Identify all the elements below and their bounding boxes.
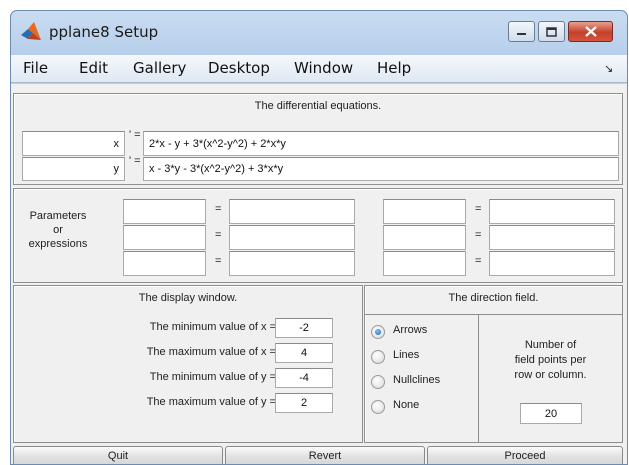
max-y-field[interactable]: 2 xyxy=(275,393,333,413)
direction-field-panel: The direction field. Arrows Lines Nullcl… xyxy=(364,285,623,443)
param-equals: = xyxy=(215,255,222,267)
param-value-field[interactable] xyxy=(229,199,355,224)
y-prime-expression-field[interactable]: x - 3*y - 3*(x^2-y^2) + 3*x*y xyxy=(143,157,619,181)
x-prime-expression-field[interactable]: 2*x - y + 3*(x^2-y^2) + 2*x*y xyxy=(143,131,619,156)
param-value-field[interactable] xyxy=(489,225,615,250)
radio-nullclines[interactable]: Nullclines xyxy=(371,372,471,392)
menu-desktop[interactable]: Desktop xyxy=(208,59,270,77)
display-window-panel: The display window. The minimum value of… xyxy=(13,285,363,443)
revert-button[interactable]: Revert xyxy=(225,446,425,464)
proceed-button[interactable]: Proceed xyxy=(427,446,623,464)
close-button[interactable] xyxy=(568,21,613,42)
min-y-label: The minimum value of y = xyxy=(149,371,276,383)
param-name-field[interactable] xyxy=(123,225,206,250)
param-equals: = xyxy=(475,203,482,215)
menu-bar: File Edit Gallery Desktop Window Help ↘ xyxy=(11,55,627,83)
equations-panel: The differential equations. x ' = 2*x - … xyxy=(13,93,623,185)
param-name-field[interactable] xyxy=(383,199,466,224)
equations-heading: The differential equations. xyxy=(254,100,382,112)
param-name-field[interactable] xyxy=(123,199,206,224)
radio-selected-icon xyxy=(371,325,385,339)
param-value-field[interactable] xyxy=(229,251,355,276)
setup-content: The differential equations. x ' = 2*x - … xyxy=(11,84,627,464)
param-name-field[interactable] xyxy=(383,225,466,250)
param-equals: = xyxy=(475,229,482,241)
variable-x-field[interactable]: x xyxy=(22,131,125,156)
menu-edit[interactable]: Edit xyxy=(79,59,108,77)
param-value-field[interactable] xyxy=(489,199,615,224)
max-y-label: The maximum value of y = xyxy=(146,396,276,408)
minimize-icon xyxy=(517,32,526,35)
max-x-label: The maximum value of x = xyxy=(146,346,276,358)
quit-button[interactable]: Quit xyxy=(13,446,223,464)
radio-none[interactable]: None xyxy=(371,397,471,417)
prime-equals-x: ' = xyxy=(129,129,141,141)
app-window: pplane8 Setup File Edit Gallery Desktop … xyxy=(10,10,628,465)
min-x-field[interactable]: -2 xyxy=(275,318,333,338)
param-equals: = xyxy=(215,203,222,215)
max-x-field[interactable]: 4 xyxy=(275,343,333,363)
menu-file[interactable]: File xyxy=(23,59,48,77)
radio-unselected-icon xyxy=(371,375,385,389)
maximize-button[interactable] xyxy=(538,21,565,42)
divider xyxy=(365,314,622,315)
param-name-field[interactable] xyxy=(383,251,466,276)
param-equals: = xyxy=(215,229,222,241)
field-points-field[interactable]: 20 xyxy=(520,403,582,424)
param-equals: = xyxy=(475,255,482,267)
direction-field-heading: The direction field. xyxy=(448,292,539,304)
window-title: pplane8 Setup xyxy=(49,23,159,41)
min-y-field[interactable]: -4 xyxy=(275,368,333,388)
maximize-icon xyxy=(546,26,557,37)
dock-arrow-icon[interactable]: ↘ xyxy=(604,62,613,75)
close-icon xyxy=(584,26,597,37)
radio-unselected-icon xyxy=(371,350,385,364)
prime-equals-y: ' = xyxy=(129,155,141,167)
min-x-label: The minimum value of x = xyxy=(149,321,276,333)
minimize-button[interactable] xyxy=(508,21,535,42)
radio-lines[interactable]: Lines xyxy=(371,347,471,367)
param-value-field[interactable] xyxy=(489,251,615,276)
radio-arrows[interactable]: Arrows xyxy=(371,322,471,342)
matlab-logo-icon xyxy=(21,22,41,40)
menu-help[interactable]: Help xyxy=(377,59,411,77)
field-points-label: Number of field points per row or column… xyxy=(514,339,587,381)
parameters-panel: Parameters or expressions = = = = = = xyxy=(13,188,623,283)
title-bar[interactable]: pplane8 Setup xyxy=(11,11,627,55)
menu-window[interactable]: Window xyxy=(294,59,353,77)
menu-gallery[interactable]: Gallery xyxy=(133,59,186,77)
param-name-field[interactable] xyxy=(123,251,206,276)
param-value-field[interactable] xyxy=(229,225,355,250)
display-window-heading: The display window. xyxy=(138,292,238,304)
radio-unselected-icon xyxy=(371,400,385,414)
variable-y-field[interactable]: y xyxy=(22,157,125,181)
parameters-label: Parameters or expressions xyxy=(28,210,88,250)
